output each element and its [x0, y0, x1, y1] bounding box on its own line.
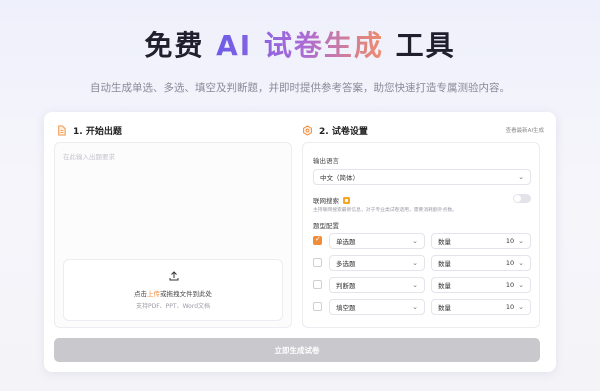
- history-link[interactable]: 查看最新AI生成: [506, 126, 544, 134]
- web-search-description: 主持联网搜索最新信息，对于专业类试卷适用，需要消耗额外点数。: [313, 208, 457, 213]
- chevron-down-icon: ⌄: [518, 281, 524, 289]
- question-type-select[interactable]: 填空题 ⌄: [329, 299, 425, 315]
- chevron-down-icon: ⌄: [412, 237, 418, 245]
- question-type-row: 单选题⌄ 数量10⌄: [313, 233, 531, 249]
- step2-heading: 2. 试卷设置: [302, 124, 368, 137]
- generate-exam-button[interactable]: 立即生成试卷: [54, 338, 540, 362]
- upload-icon: [169, 271, 179, 281]
- question-count-select[interactable]: 数量 10 ⌄: [431, 299, 531, 315]
- question-count-select[interactable]: 数量 10 ⌄: [431, 233, 531, 249]
- upload-instruction: 点击上传或拖拽文件到此处: [134, 290, 212, 298]
- question-type-row: 多选题 ⌄ 数量 10 ⌄: [313, 255, 531, 271]
- document-icon: [58, 125, 66, 136]
- chevron-down-icon: ⌄: [412, 259, 418, 267]
- file-upload-zone[interactable]: 点击上传或拖拽文件到此处 支持PDF、PPT、Word文档: [63, 259, 283, 321]
- prompt-placeholder: 在此输入出题要求: [63, 153, 115, 161]
- output-language-select[interactable]: 中文（简体） ⌄: [313, 169, 531, 185]
- question-type-row: 判断题 ⌄ 数量 10 ⌄: [313, 277, 531, 293]
- settings-panel: 输出语言 中文（简体） ⌄ 联网搜索 主持联网搜索最新信息，对于专业类试卷适用，…: [302, 142, 540, 328]
- question-type-checkbox[interactable]: [313, 235, 322, 245]
- upload-link[interactable]: 上传: [147, 290, 160, 298]
- upload-hint: 支持PDF、PPT、Word文档: [135, 303, 210, 310]
- page-title: 免费 AI 试卷生成 工具: [144, 29, 456, 62]
- web-search-label: 联网搜索: [313, 195, 350, 205]
- generator-card: 1. 开始出题 2. 试卷设置 查看最新AI生成 在此输入出题要求 点击上传或拖…: [44, 112, 556, 372]
- web-search-badge-icon: [343, 196, 350, 204]
- prompt-input[interactable]: 在此输入出题要求 点击上传或拖拽文件到此处 支持PDF、PPT、Word文档: [54, 142, 292, 328]
- chevron-down-icon: ⌄: [518, 173, 524, 181]
- web-search-toggle[interactable]: [513, 194, 531, 203]
- gear-icon: [303, 125, 312, 136]
- question-types-label: 题型配置: [313, 222, 339, 230]
- question-type-select[interactable]: 判断题 ⌄: [329, 277, 425, 293]
- question-type-select[interactable]: 单选题 ⌄: [329, 233, 425, 249]
- chevron-down-icon: ⌄: [412, 303, 418, 311]
- question-count-select[interactable]: 数量 10 ⌄: [431, 277, 531, 293]
- question-type-checkbox[interactable]: [313, 258, 322, 267]
- question-type-checkbox[interactable]: [313, 280, 322, 289]
- question-type-checkbox[interactable]: [313, 302, 322, 311]
- chevron-down-icon: ⌄: [518, 237, 524, 245]
- question-type-row: 填空题 ⌄ 数量 10 ⌄: [313, 299, 531, 315]
- step1-heading: 1. 开始出题: [56, 124, 122, 137]
- title-highlight: AI 试卷生成: [216, 29, 384, 62]
- chevron-down-icon: ⌄: [518, 259, 524, 267]
- page-subtitle: 自动生成单选、多选、填空及判断题，并即时提供参考答案，助您快速打造专属测验内容。: [90, 82, 510, 94]
- chevron-down-icon: ⌄: [518, 303, 524, 311]
- question-type-select[interactable]: 多选题 ⌄: [329, 255, 425, 271]
- question-count-select[interactable]: 数量 10 ⌄: [431, 255, 531, 271]
- output-language-label: 输出语言: [313, 157, 339, 165]
- chevron-down-icon: ⌄: [412, 281, 418, 289]
